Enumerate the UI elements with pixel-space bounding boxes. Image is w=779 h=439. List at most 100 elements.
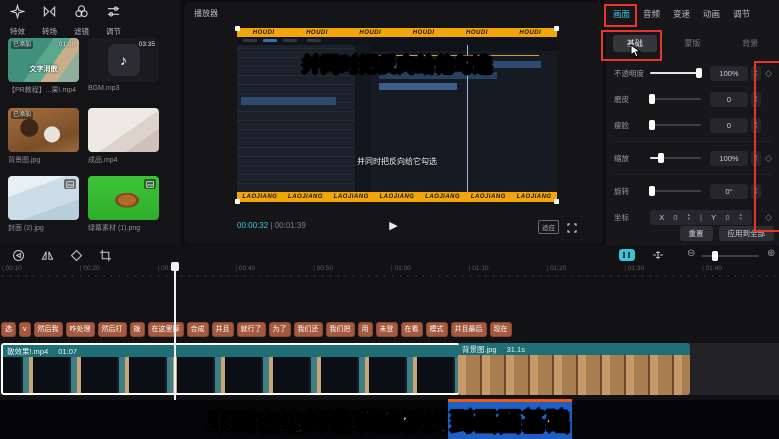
row-smooth-skin: 磨皮 0 ▲▼ ◇ (606, 86, 779, 112)
fit-button[interactable]: 适应 (538, 220, 559, 234)
fullscreen-icon[interactable] (567, 220, 577, 238)
zoom-in-icon[interactable]: ⊕ (767, 248, 775, 259)
timeline-text-clip[interactable]: 并且 (212, 322, 234, 337)
mirror-icon[interactable] (41, 249, 55, 263)
ruler-label: 00:40 (235, 265, 313, 277)
toolbar-item-adjust[interactable]: 调节 (106, 4, 121, 37)
timeline-clip-main-video[interactable]: 散效果!.mp4 01:07 (1, 343, 460, 395)
row-rotate: 旋转 0° ▲▼ ◇ (606, 178, 779, 204)
ruler-label: 01:20 (547, 265, 625, 277)
media-name: 成品.mp4 (88, 155, 159, 165)
rotate-value[interactable]: 0° (710, 184, 748, 199)
row-slim-face: 瘦脸 0 ▲▼ ◇ (606, 112, 779, 138)
playhead[interactable] (174, 263, 176, 400)
timeline-text-clip[interactable]: 在这里掉 (148, 322, 184, 337)
media-item-background[interactable]: 已添加 背景图.jpg (8, 108, 79, 165)
tab-adjust[interactable]: 调节 (733, 8, 750, 20)
timeline-text-clip[interactable]: 在看 (401, 322, 423, 337)
filters-icon (74, 4, 89, 24)
play-icon[interactable]: ▶ (389, 219, 397, 232)
y-value[interactable]: 0 (725, 213, 729, 222)
stepper[interactable]: ▲▼ (751, 92, 761, 107)
opacity-slider[interactable] (650, 72, 701, 74)
stepper[interactable]: ▲▼ (751, 151, 761, 166)
media-duration: 03:35 (139, 41, 155, 48)
timeline-text-clip[interactable]: 现在 (490, 322, 512, 337)
timeline-text-clip[interactable]: 我们把 (326, 322, 355, 337)
watermark-text: LAOJIANG (334, 194, 369, 200)
timeline-ruler[interactable]: 00:1000:2000:3000:4000:5001:0001:1001:20… (2, 265, 779, 277)
subtab-background[interactable]: 背景 (721, 33, 779, 53)
keyframe-icon[interactable]: ◇ (761, 153, 776, 164)
toolbar-item-effects[interactable]: 特效 (10, 4, 25, 37)
timeline-clip-background-image[interactable]: 背景图.jpg 31.1s (458, 343, 690, 395)
divider (614, 174, 771, 175)
timeline-text-clip[interactable]: 我们还 (294, 322, 323, 337)
zoom-out-icon[interactable]: ⊖ (687, 248, 695, 259)
timeline-text-clip[interactable]: 然后打 (98, 322, 127, 337)
media-item-cover[interactable]: 封面 (2).jpg (8, 176, 79, 233)
rotate-icon[interactable] (70, 249, 84, 263)
timeline-text-clip[interactable]: 选 (1, 322, 16, 337)
timeline-text-clip[interactable]: 用 (358, 322, 373, 337)
subtab-mask[interactable]: 蒙版 (664, 33, 722, 53)
timeline-zoom-slider[interactable] (701, 255, 759, 257)
clip-header: 背景图.jpg 31.1s (458, 343, 690, 355)
slim-face-value[interactable]: 0 (710, 118, 748, 133)
reverse-icon[interactable] (12, 249, 26, 263)
timeline-text-clip[interactable]: 为了 (269, 322, 291, 337)
selection-handle[interactable] (235, 26, 240, 31)
smooth-skin-slider[interactable] (650, 98, 701, 100)
tab-audio[interactable]: 音频 (643, 8, 660, 20)
timeline-right-controls: ⊖ ⊕ (609, 248, 779, 264)
timeline-text-clip[interactable]: 并且最后 (451, 322, 487, 337)
x-value[interactable]: 0 (673, 213, 677, 222)
timeline-text-clip[interactable]: 拨 (130, 322, 145, 337)
media-item-bgm[interactable]: 03:35 ♪ BGM.mp3 (88, 38, 159, 92)
watermark-text: HOUDI (466, 30, 488, 36)
stepper[interactable]: ▲▼ (751, 66, 761, 81)
timeline-text-clip[interactable]: 就行了 (237, 322, 266, 337)
slim-face-slider[interactable] (650, 124, 701, 126)
timeline-text-clip[interactable]: 未登 (376, 322, 398, 337)
smooth-skin-value[interactable]: 0 (710, 92, 748, 107)
tab-speed[interactable]: 变速 (673, 8, 690, 20)
selection-handle[interactable] (235, 199, 240, 204)
timeline-text-clip[interactable]: v (19, 322, 31, 337)
scale-value[interactable]: 100% (710, 151, 748, 166)
toolbar-item-filters[interactable]: 滤镜 (74, 4, 89, 37)
row-label: 旋转 (614, 186, 650, 197)
rotate-slider[interactable] (650, 190, 701, 192)
tab-animation[interactable]: 动画 (703, 8, 720, 20)
stepper[interactable]: ▲▼ (739, 213, 743, 221)
timeline-text-clip[interactable]: 咋处理 (66, 322, 95, 337)
video-preview-stage[interactable]: HOUDIHOUDIHOUDIHOUDIHOUDIHOUDI 并同时把反向给他勾… (237, 28, 557, 202)
track-view-toggle-icon[interactable] (619, 249, 635, 261)
tab-picture[interactable]: 画面 (613, 8, 630, 20)
stepper[interactable]: ▲▼ (751, 118, 761, 133)
watermark-text: LAOJIANG (517, 194, 552, 200)
crop-icon[interactable] (99, 249, 113, 263)
watermark-text: LAOJIANG (288, 194, 323, 200)
keyframe-icon[interactable]: ◇ (761, 68, 776, 79)
scale-slider[interactable] (650, 157, 701, 159)
stepper[interactable]: ▲▼ (751, 184, 761, 199)
media-item-greenscreen[interactable]: 绿幕素材 (1).png (88, 176, 159, 233)
reset-button[interactable]: 重置 (680, 226, 713, 241)
timeline-text-clip[interactable]: 然后我 (34, 322, 63, 337)
timeline-text-clip[interactable]: 合成 (187, 322, 209, 337)
media-item-pr-video[interactable]: 已添加 01:08 文字消散 【PR教程】...果!.mp4 (8, 38, 79, 95)
apply-all-button[interactable]: 应用到全部 (719, 226, 775, 241)
toolbar-item-transitions[interactable]: 转场 (42, 4, 57, 37)
keyframe-icon[interactable]: ◇ (761, 212, 776, 223)
watermark-bar-top: HOUDIHOUDIHOUDIHOUDIHOUDIHOUDI (237, 28, 557, 37)
selection-handle[interactable] (554, 26, 559, 31)
coordinate-inputs[interactable]: X 0 ▲▼ | Y 0 ▲▼ (650, 210, 752, 225)
opacity-value[interactable]: 100% (710, 66, 748, 81)
properties-rows: 不透明度 100% ▲▼ ◇ 磨皮 0 ▲▼ ◇ 瘦脸 0 ▲ (606, 60, 779, 230)
stepper[interactable]: ▲▼ (687, 213, 691, 221)
properties-panel: 画面 音频 变速 动画 调节 基础 蒙版 背景 不透明度 100% ▲▼ ◇ (606, 0, 779, 245)
media-item-final[interactable]: 成品.mp4 (88, 108, 159, 165)
timeline-text-clip[interactable]: 模式 (426, 322, 448, 337)
selection-handle[interactable] (554, 199, 559, 204)
